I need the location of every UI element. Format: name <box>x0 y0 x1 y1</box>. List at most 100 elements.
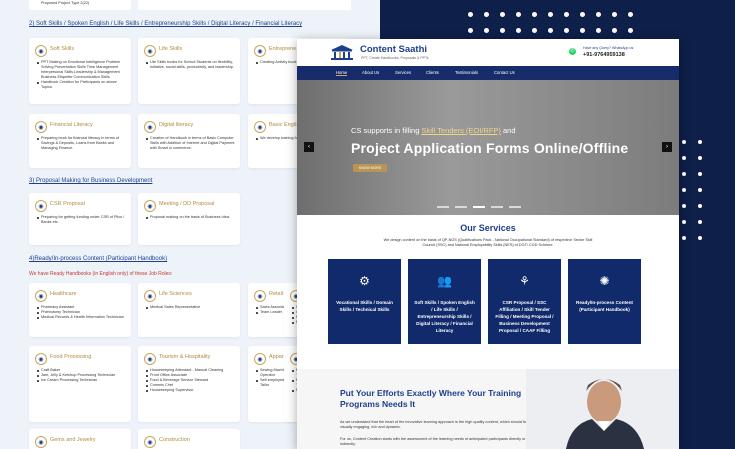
top-partial-card: Proposed Project Type 2(22) <box>29 0 131 10</box>
nav-about[interactable]: About Us <box>362 70 379 75</box>
slider-indicator[interactable] <box>491 206 503 208</box>
card-list-item: Handbook Creation for Participants on ab… <box>37 80 127 90</box>
card-list-item: Fleet <box>292 320 300 325</box>
card-list: PPT Making on Emotional Intelligence Pro… <box>37 60 127 90</box>
nav-testimonials[interactable]: Testimonials <box>455 70 478 75</box>
decor-dot <box>682 156 686 160</box>
card-icon: ◉ <box>254 353 266 365</box>
card-icon: ◉ <box>144 45 156 57</box>
logo-name[interactable]: Content Saathi <box>360 44 427 55</box>
job-role-card: ◉ Construction <box>138 429 240 449</box>
decor-dot <box>596 28 601 33</box>
service-card-soft-skills[interactable]: 👥 Soft Skills / Spoken English / Life Sk… <box>408 259 481 344</box>
businessman-photo <box>526 369 679 449</box>
decor-dot <box>548 28 553 33</box>
card-list: Proposal making on the basis of Business… <box>146 215 236 220</box>
lightbulb-gear-icon: ✺ <box>599 274 610 288</box>
decor-dot <box>532 28 537 33</box>
decor-dot <box>682 236 686 240</box>
card-list-item: Medical Sales Representative <box>146 305 236 310</box>
job-role-card: ◉ Healthcare Pharmacy Assistant Phlebotomy … <box>29 283 131 337</box>
network-icon: ⚘ <box>519 274 530 288</box>
slider-next-arrow-icon[interactable]: › <box>662 142 672 152</box>
job-role-card: ◉ Food Processing Craft Baker Jam, Jelly & … <box>29 346 131 422</box>
decor-dot <box>500 28 505 33</box>
nav-home[interactable]: Home <box>336 70 348 76</box>
service-card-vocational[interactable]: ⚙ Vocational Skills / Domain Skills / Te… <box>328 259 401 344</box>
decor-dot <box>612 28 617 33</box>
section-4-title: 4)Ready/In-process Content (Participant … <box>29 256 168 262</box>
hero-subtitle-prefix: CS supports in filling <box>351 126 422 135</box>
card-list-item: Field Techni <box>292 378 300 388</box>
job-role-card: ◉ Gems and Jewelry <box>29 429 131 449</box>
decor-dot <box>500 12 505 17</box>
decor-dot <box>516 12 521 17</box>
card-list-item: PPT Making on Emotional Intelligence Pro… <box>37 60 127 80</box>
decor-dot <box>468 28 473 33</box>
decor-dot <box>698 236 702 240</box>
services-title: Our Services <box>460 223 516 233</box>
decor-dot <box>596 12 601 17</box>
top-card-text: Proposed Project Type 2(22) <box>41 1 90 5</box>
decor-dot <box>580 28 585 33</box>
card-list-item: Creation of Handbook in terms of Basic C… <box>146 136 236 151</box>
card-title: Gems and Jewelry <box>50 437 96 443</box>
decor-dot <box>698 204 702 208</box>
services-description: We design content on the basis of QP-NOS… <box>383 238 593 247</box>
card-list-item: Proposal making on the basis of Business… <box>146 215 236 220</box>
top-partial-card-2 <box>138 0 351 10</box>
card-list-item: Life Skills books for School Students on… <box>146 60 236 70</box>
card-list: Mobile TechniField TechniProvisio <box>292 368 300 393</box>
card-icon: ◉ <box>35 121 47 133</box>
site-header: Content Saathi PPT, Create Handbooks, Pr… <box>297 39 679 66</box>
service-card-label: Soft Skills / Spoken English / Life Skil… <box>414 300 475 333</box>
contact-phone[interactable]: +91-9764959138 <box>583 52 625 58</box>
hero-subtitle-link[interactable]: Skill Tenders (EOI/RFP) <box>421 126 500 135</box>
slider-indicator-active[interactable] <box>473 206 485 208</box>
card-list: Preparing for getting funding under CSR … <box>37 215 127 225</box>
card-icon: ◉ <box>144 200 156 212</box>
people-icon: 👥 <box>437 274 452 288</box>
decor-dot <box>682 204 686 208</box>
whatsapp-icon[interactable]: ✆ <box>569 48 576 55</box>
card-title: Healthcare <box>50 291 77 297</box>
decor-dot <box>468 12 473 17</box>
gears-icon: ⚙ <box>359 274 370 288</box>
slider-indicator[interactable] <box>437 206 449 208</box>
nav-clients[interactable]: Clients <box>426 70 439 75</box>
decor-dot <box>628 28 633 33</box>
service-card-csr[interactable]: ⚘ CSR Proposal / SSC Affiliation / Skill… <box>488 259 561 344</box>
card-icon: ◉ <box>35 353 47 365</box>
decor-dot <box>532 12 537 17</box>
hero-subtitle-suffix: and <box>500 126 516 135</box>
card-icon: ◉ <box>144 290 156 302</box>
job-role-card: ◉ Financial Literacy Preparing book for fi… <box>29 114 131 168</box>
nav-contact[interactable]: Contact Us <box>494 70 515 75</box>
decor-dot <box>698 220 702 224</box>
hero-subtitle: CS supports in filling Skill Tenders (EO… <box>351 126 516 135</box>
main-nav: Home About Us Services Clients Testimoni… <box>297 66 679 104</box>
service-card-ready-content[interactable]: ✺ Ready/In-process Content (Participant … <box>568 259 641 344</box>
know-more-button[interactable]: KNOW MORE <box>353 164 387 172</box>
efforts-paragraph-2: For us, Content Creation starts with the… <box>340 437 526 446</box>
card-icon: ◉ <box>144 436 156 448</box>
card-list: Medical Sales Representative <box>146 305 236 310</box>
card-title: CSR Proposal <box>50 201 85 207</box>
card-icon: ◉ <box>35 290 47 302</box>
card-list-item: Ice Cream Processing Technician <box>37 378 127 383</box>
card-title: Entreprene <box>269 46 297 52</box>
nav-services[interactable]: Services <box>395 70 411 75</box>
decor-dot <box>698 172 702 176</box>
slider-prev-arrow-icon[interactable]: ‹ <box>304 142 314 152</box>
decor-dot <box>628 12 633 17</box>
service-card-label: CSR Proposal / SSC Affiliation / Skill T… <box>495 300 554 333</box>
decor-dot <box>682 220 686 224</box>
service-card-label: Ready/In-process Content (Participant Ha… <box>576 300 633 312</box>
card-list: Pharmacy Assistant Phlebotomy Technician M… <box>37 305 127 320</box>
decor-dot <box>564 12 569 17</box>
card-title: Tourism & Hospitality <box>159 354 211 360</box>
slider-indicator[interactable] <box>509 206 521 208</box>
decor-dot <box>580 12 585 17</box>
card-title: Digital literacy <box>159 122 194 128</box>
slider-indicator[interactable] <box>455 206 467 208</box>
